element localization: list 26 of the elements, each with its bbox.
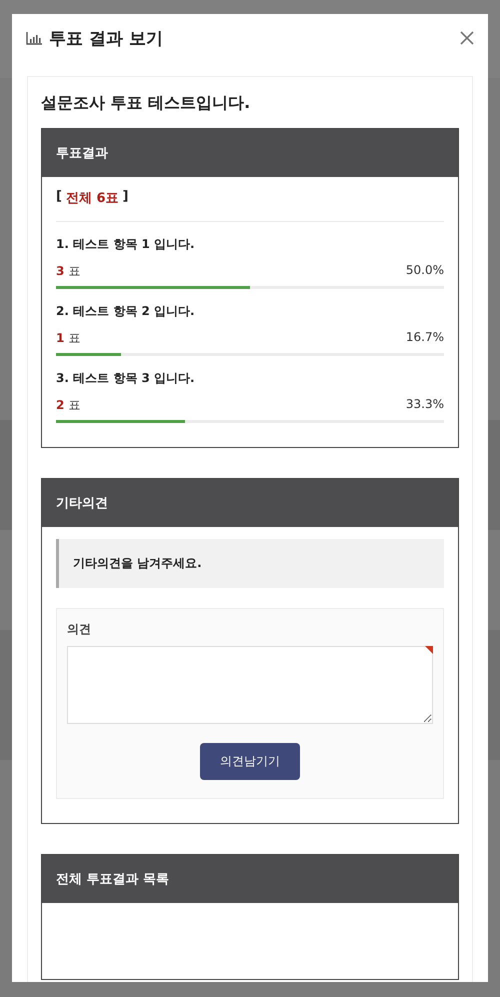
- vote-unit: 표: [68, 331, 80, 345]
- option-label: 3. 테스트 항목 3 입니다.: [56, 370, 196, 387]
- option-label: 2. 테스트 항목 2 입니다.: [56, 303, 196, 320]
- section-heading: 기타의견: [42, 479, 458, 527]
- dialog-title: 투표 결과 보기: [49, 28, 164, 50]
- vote-percent: 33.3%: [406, 397, 444, 413]
- section-heading: 전체 투표결과 목록: [42, 855, 458, 903]
- option-label: 1. 테스트 항목 1 입니다.: [56, 236, 196, 253]
- vote-unit: 표: [68, 398, 80, 412]
- vote-count: 1: [56, 331, 64, 345]
- vote-percent: 16.7%: [406, 330, 444, 346]
- field-label: 의견: [67, 621, 92, 638]
- submit-button[interactable]: 의견남기기: [200, 743, 300, 780]
- bar-chart-icon: [26, 32, 43, 44]
- bracket: ]: [122, 189, 128, 206]
- section-heading: 투표결과: [42, 129, 458, 177]
- vote-count: 3: [56, 264, 64, 278]
- vote-count: 2: [56, 398, 64, 412]
- notice-box: 기타의견을 남겨주세요.: [56, 539, 444, 588]
- close-icon[interactable]: [460, 31, 474, 45]
- total-votes: 전체 6표: [66, 190, 119, 207]
- bracket: [: [56, 189, 62, 206]
- vote-percent: 50.0%: [406, 263, 444, 279]
- opinion-field[interactable]: [67, 646, 433, 724]
- vote-unit: 표: [68, 264, 80, 278]
- poll-question: 설문조사 투표 테스트입니다.: [41, 92, 252, 114]
